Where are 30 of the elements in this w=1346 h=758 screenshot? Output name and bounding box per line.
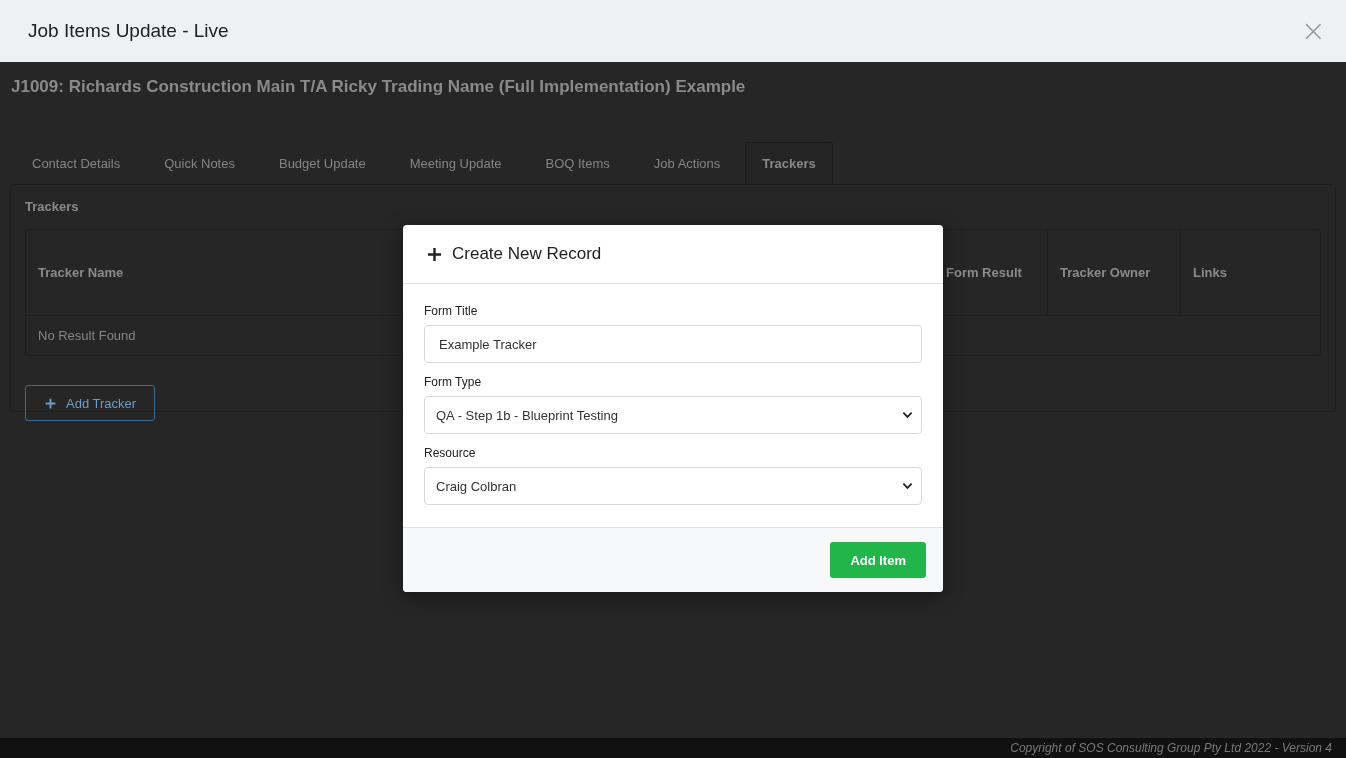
- dialog-title: Create New Record: [452, 244, 602, 264]
- column-header: Tracker Name: [38, 265, 124, 280]
- field-label: Form Title: [424, 304, 479, 318]
- add-tracker-button[interactable]: Add Tracker: [25, 385, 156, 421]
- field-label: Resource: [424, 446, 477, 460]
- chevron-down-icon: [902, 482, 913, 490]
- add-item-button[interactable]: Add Item: [830, 542, 926, 578]
- column-header: Links: [1193, 265, 1227, 280]
- dropdown[interactable]: QA - Step 1b - Blueprint Testing: [424, 396, 922, 434]
- column-header: Form Result: [946, 265, 1022, 280]
- plus-icon: [44, 396, 57, 410]
- plus-icon: [427, 246, 442, 262]
- job-title: J1009: Richards Construction Main T/A Ricky Trading Name (Full Implementation) Example: [10, 76, 747, 98]
- empty-message: No Result Found: [38, 328, 136, 343]
- dropdown[interactable]: Craig Colbran: [424, 467, 922, 505]
- tab[interactable]: Contact Details: [15, 142, 138, 184]
- column-header: Tracker Owner: [1060, 265, 1151, 280]
- tab[interactable]: BOQ Items: [528, 142, 627, 184]
- tab[interactable]: Job Actions: [636, 142, 738, 184]
- text-field[interactable]: Example Tracker: [424, 325, 922, 363]
- panel-title: Trackers: [25, 199, 80, 214]
- tab[interactable]: Quick Notes: [147, 142, 252, 184]
- field-label: Form Type: [424, 375, 483, 389]
- window-title: Job Items Update - Live: [28, 20, 229, 42]
- copyright-text: Copyright of SOS Consulting Group Pty Ltd 2022 - Version 4: [1010, 741, 1332, 755]
- tab[interactable]: Meeting Update: [392, 142, 519, 184]
- close-button[interactable]: ×: [1296, 16, 1330, 46]
- tab[interactable]: Trackers: [745, 142, 833, 184]
- chevron-down-icon: [902, 411, 913, 419]
- tab[interactable]: Budget Update: [261, 142, 383, 184]
